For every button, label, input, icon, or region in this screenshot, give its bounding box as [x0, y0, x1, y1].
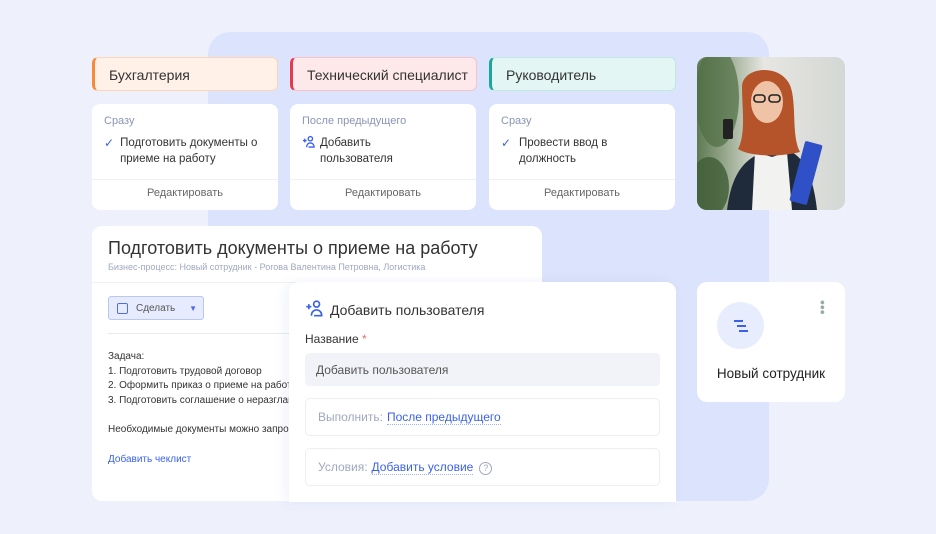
panel-title: Добавить пользователя — [330, 301, 485, 318]
edit-button[interactable]: Редактировать — [290, 187, 476, 199]
task-title: Подготовить документы о приеме на работу — [108, 238, 478, 258]
process-icon — [717, 302, 764, 349]
check-icon: ✓ — [501, 136, 512, 150]
step-timing: Сразу — [104, 115, 135, 127]
description-gap — [108, 408, 298, 423]
description-line: Задача: — [108, 351, 145, 362]
task-description: Задача: 1. Подготовить трудовой договор … — [108, 350, 298, 437]
description-line: 2. Оформить приказ о приеме на работу — [108, 380, 297, 391]
add-user-panel: Добавить пользователя Название * Добавит… — [289, 282, 676, 502]
chevron-down-icon: ▼ — [189, 303, 197, 313]
role-accounting[interactable]: Бухгалтерия — [92, 57, 278, 91]
status-label: Сделать — [136, 302, 176, 314]
add-user-icon — [302, 135, 315, 167]
step-task: Провести ввод в должность — [519, 137, 608, 165]
step-card-accounting: Сразу ✓ Подготовить документы о приеме на… — [92, 104, 278, 210]
role-manager[interactable]: Руководитель — [489, 57, 676, 91]
divider — [489, 179, 675, 180]
task-subtitle: Бизнес-процесс: Новый сотрудник - Рогова… — [108, 262, 426, 272]
add-user-icon — [305, 299, 323, 320]
help-icon[interactable]: ? — [479, 462, 493, 475]
divider — [290, 179, 476, 180]
process-name: Новый сотрудник — [716, 366, 826, 381]
conditions-label: Условия: — [318, 460, 368, 474]
edit-button[interactable]: Редактировать — [489, 187, 675, 199]
step-task: Добавить пользователя — [320, 137, 393, 165]
execute-value-link[interactable]: После предыдущего — [386, 410, 501, 425]
add-condition-link[interactable]: Добавить условие — [371, 460, 474, 475]
step-timing: Сразу — [501, 115, 532, 127]
description-line: 1. Подготовить трудовой договор — [108, 365, 262, 377]
step-timing: После предыдущего — [302, 115, 407, 127]
add-checklist-link[interactable]: Добавить чеклист — [108, 454, 191, 465]
step-card-tech: После предыдущего Добавить пользователя … — [290, 104, 476, 210]
required-mark: * — [361, 332, 367, 346]
description-line: 3. Подготовить соглашение о неразглашени… — [108, 394, 298, 406]
check-icon: ✓ — [104, 136, 115, 150]
role-tech-specialist[interactable]: Технический специалист — [290, 57, 477, 91]
employee-photo — [697, 57, 845, 210]
divider — [108, 333, 298, 334]
conditions-row: Условия: Добавить условие? — [305, 448, 660, 486]
process-card[interactable]: ••• Новый сотрудник — [697, 282, 845, 402]
edit-button[interactable]: Редактировать — [92, 187, 278, 199]
step-task: Подготовить документы о приеме на работу — [120, 137, 258, 165]
execute-row: Выполнить: После предыдущего — [305, 398, 660, 436]
name-input[interactable]: Добавить пользователя — [305, 353, 660, 386]
checkbox-icon — [117, 302, 128, 314]
execute-label: Выполнить: — [318, 410, 383, 424]
status-dropdown[interactable]: Сделать ▼ — [108, 296, 204, 320]
name-label: Название — [305, 332, 359, 346]
divider — [92, 179, 278, 180]
description-line: Необходимые документы можно запросить — [108, 423, 298, 435]
more-menu-icon[interactable]: ••• — [815, 300, 831, 315]
step-card-manager: Сразу ✓ Провести ввод в должность Редакти… — [489, 104, 675, 210]
